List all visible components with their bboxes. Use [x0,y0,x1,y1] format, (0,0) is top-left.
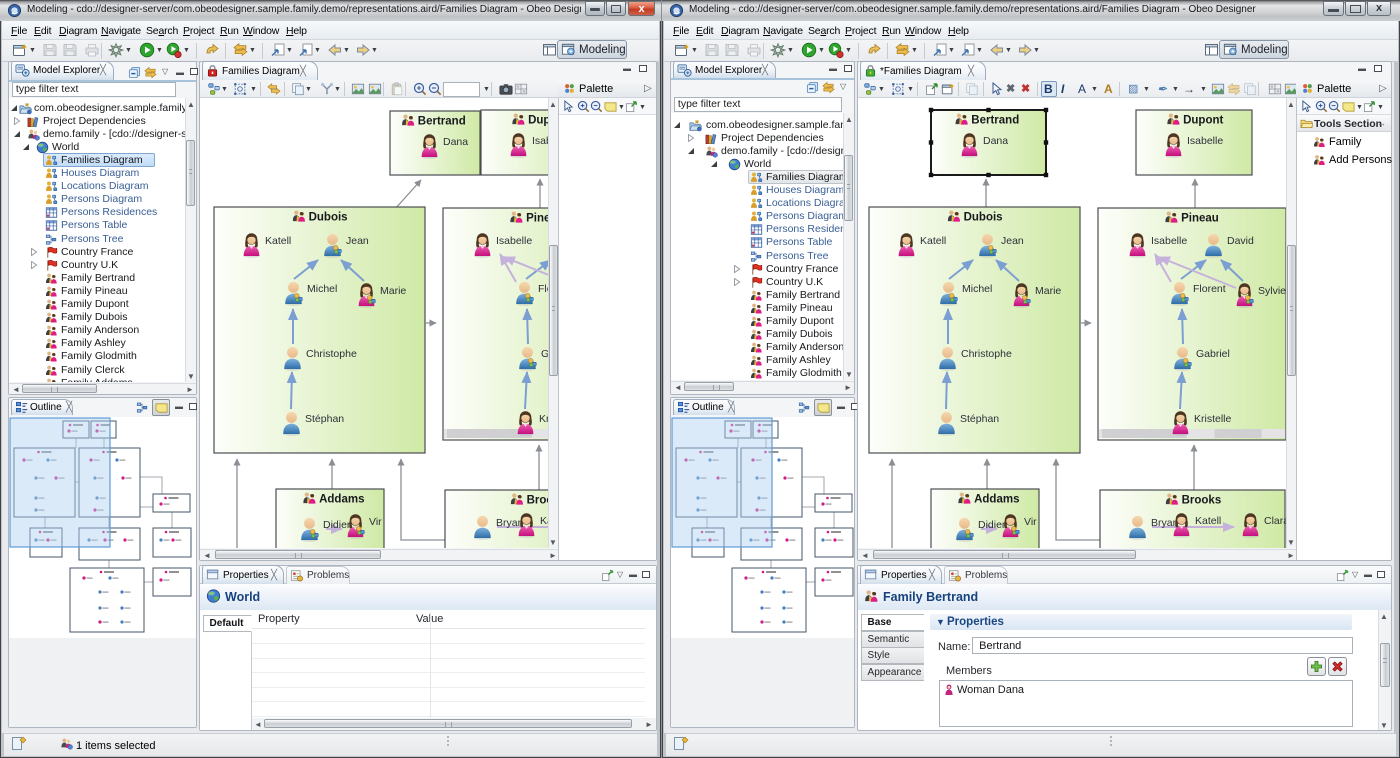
svg-text:Dupont: Dupont [528,115,548,127]
svg-text:Michel: Michel [962,283,992,295]
svg-text:Sylvie: Sylvie [1258,285,1286,297]
svg-text:Stéphan: Stéphan [960,413,999,425]
svg-text:Katell: Katell [920,235,946,247]
svg-text:Kristelle: Kristelle [1194,413,1232,425]
svg-text:Katell: Katell [540,515,548,527]
svg-text:Vir: Vir [1024,516,1037,528]
svg-text:Bryan: Bryan [496,517,524,529]
svg-text:Jean: Jean [1001,235,1024,247]
svg-text:Dupont: Dupont [1183,115,1223,127]
svg-text:Isabelle: Isabelle [1151,235,1187,247]
svg-text:David: David [1227,235,1254,247]
svg-text:Gabriel: Gabriel [541,348,548,360]
svg-text:Christophe: Christophe [961,348,1012,360]
svg-text:Gabriel: Gabriel [1196,348,1230,360]
svg-text:Bryan: Bryan [1151,517,1179,529]
svg-text:Katell: Katell [265,235,291,247]
svg-text:Pineau: Pineau [526,213,548,225]
svg-text:Bertrand: Bertrand [418,116,466,128]
svg-text:Didier: Didier [323,519,351,531]
svg-text:Florent: Florent [1193,283,1226,295]
svg-text:Addams: Addams [319,494,364,506]
svg-text:Marie: Marie [1035,285,1061,297]
svg-text:Isabelle: Isabelle [1187,135,1223,147]
svg-text:Marie: Marie [380,285,406,297]
svg-text:Stéphan: Stéphan [305,413,344,425]
svg-text:Dubois: Dubois [309,212,348,224]
svg-text:Jean: Jean [346,235,369,247]
svg-text:Florent: Florent [538,283,548,295]
svg-text:Brooks: Brooks [527,495,548,507]
svg-text:Didier: Didier [978,519,1006,531]
svg-text:Isabelle: Isabelle [496,235,532,247]
svg-text:Vir: Vir [369,516,382,528]
svg-text:Pineau: Pineau [1181,213,1219,225]
svg-text:Isabelle: Isabelle [532,135,548,147]
svg-text:Bertrand: Bertrand [971,115,1019,127]
svg-text:Kristelle: Kristelle [539,413,548,425]
svg-text:Clara: Clara [1264,515,1286,527]
svg-text:Dubois: Dubois [964,212,1003,224]
svg-text:Christophe: Christophe [306,348,357,360]
svg-text:Dana: Dana [983,135,1008,147]
svg-text:Addams: Addams [974,494,1019,506]
svg-text:Brooks: Brooks [1182,495,1222,507]
svg-text:Katell: Katell [1195,515,1221,527]
svg-text:Michel: Michel [307,283,337,295]
svg-text:Dana: Dana [443,136,468,148]
